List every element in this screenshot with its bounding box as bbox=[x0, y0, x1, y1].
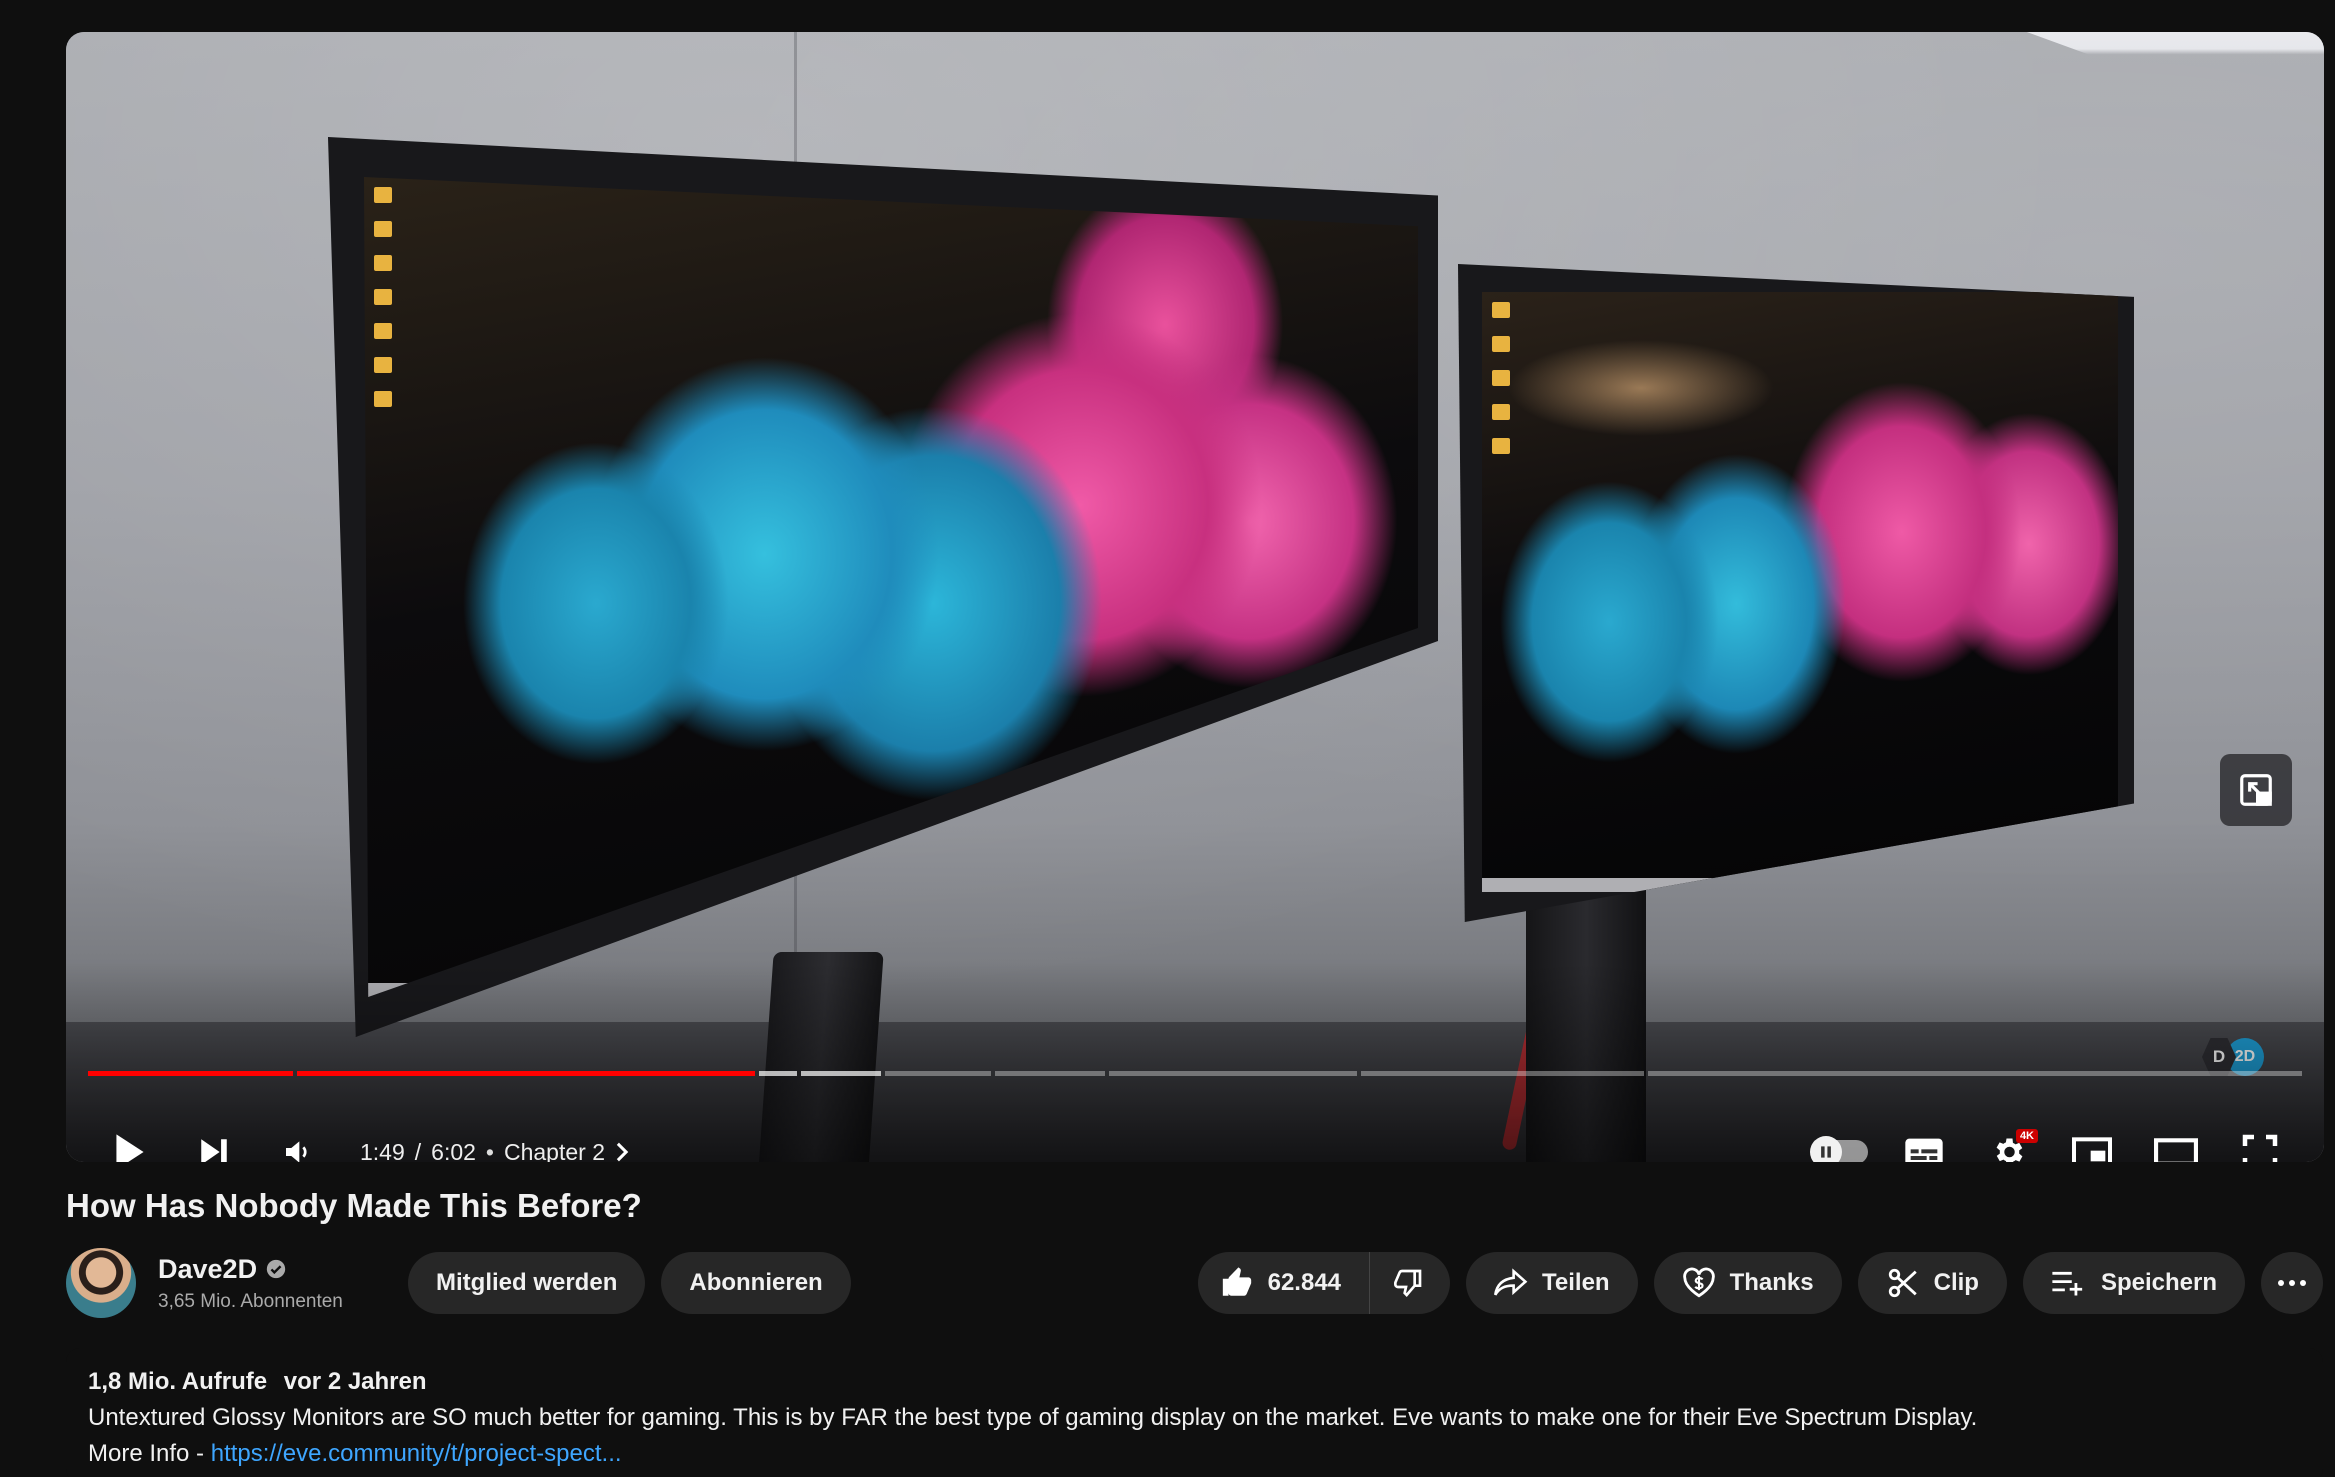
pause-icon bbox=[1821, 1146, 1831, 1158]
playlist-add-icon bbox=[2052, 1271, 2083, 1296]
player-controls: 1:49 / 6:02 • Chapter 2 4K bbox=[88, 1117, 2302, 1162]
avatar[interactable] bbox=[66, 1248, 136, 1318]
dislike-button[interactable] bbox=[1370, 1252, 1450, 1314]
theater-icon bbox=[2154, 1138, 2198, 1162]
share-button[interactable]: Teilen bbox=[1466, 1252, 1638, 1314]
join-button[interactable]: Mitglied werden bbox=[408, 1252, 646, 1314]
volume-icon bbox=[286, 1141, 307, 1162]
fullscreen-icon bbox=[2242, 1134, 2278, 1162]
play-icon bbox=[116, 1134, 144, 1162]
subscribe-button[interactable]: Abonnieren bbox=[661, 1252, 851, 1314]
share-label: Teilen bbox=[1542, 1269, 1610, 1296]
theater-mode-button[interactable] bbox=[2134, 1117, 2218, 1162]
more-actions-button[interactable] bbox=[2261, 1252, 2323, 1314]
thumbs-up-icon bbox=[1222, 1267, 1251, 1296]
description-box[interactable]: 1,8 Mio. Aufrufe vor 2 Jahren Untextured… bbox=[66, 1348, 2323, 1477]
like-button[interactable]: 62.844 bbox=[1198, 1252, 1371, 1314]
current-time: 1:49 bbox=[360, 1138, 405, 1163]
clip-label: Clip bbox=[1933, 1269, 1979, 1296]
subtitles-icon bbox=[1905, 1138, 1943, 1162]
channel-actions-row: Dave2D 3,65 Mio. Abonnenten Mitglied wer… bbox=[66, 1248, 2323, 1318]
view-count: 1,8 Mio. Aufrufe bbox=[88, 1368, 268, 1395]
share-icon bbox=[1494, 1268, 1528, 1296]
save-button[interactable]: Speichern bbox=[2022, 1252, 2245, 1314]
chapter-segment[interactable] bbox=[1648, 1071, 2302, 1076]
channel-name[interactable]: Dave2D bbox=[158, 1254, 257, 1285]
thanks-label: Thanks bbox=[1729, 1269, 1814, 1296]
skip-next-icon bbox=[201, 1139, 227, 1162]
autoplay-toggle[interactable] bbox=[1798, 1117, 1882, 1162]
more-info-line: More Info - https://eve.community/t/proj… bbox=[88, 1436, 2301, 1472]
upload-age: vor 2 Jahren bbox=[283, 1368, 427, 1395]
play-button[interactable] bbox=[88, 1117, 172, 1162]
heart-dollar-icon bbox=[1682, 1267, 1715, 1298]
video-title: How Has Nobody Made This Before? bbox=[66, 1187, 642, 1224]
chapter-label: Chapter 2 bbox=[503, 1138, 605, 1163]
time-separator: / bbox=[414, 1138, 422, 1163]
view-meta: 1,8 Mio. Aufrufe vor 2 Jahren bbox=[88, 1364, 2301, 1400]
scissors-icon bbox=[1888, 1268, 1917, 1298]
chapter-segment[interactable] bbox=[1109, 1071, 1357, 1076]
miniplayer-expand-button[interactable] bbox=[2220, 754, 2292, 826]
chapter-segment[interactable] bbox=[88, 1071, 293, 1076]
chapter-segment[interactable] bbox=[1361, 1071, 1644, 1076]
chapter-segment[interactable] bbox=[995, 1071, 1105, 1076]
settings-button[interactable]: 4K bbox=[1966, 1117, 2050, 1162]
verified-icon bbox=[266, 1259, 286, 1279]
save-label: Speichern bbox=[2100, 1269, 2217, 1296]
fullscreen-button[interactable] bbox=[2218, 1117, 2302, 1162]
chapter-segment[interactable] bbox=[801, 1071, 881, 1076]
chapter-segment[interactable] bbox=[759, 1071, 797, 1076]
description-link[interactable]: https://eve.community/t/project-spect... bbox=[211, 1440, 622, 1467]
channel-info: Dave2D 3,65 Mio. Abonnenten bbox=[158, 1254, 408, 1313]
subscriber-count: 3,65 Mio. Abonnenten bbox=[158, 1290, 343, 1312]
chapter-segment[interactable] bbox=[297, 1071, 755, 1076]
more-info-prefix: More Info - bbox=[88, 1440, 211, 1467]
miniplayer-icon bbox=[2072, 1137, 2112, 1162]
chapter-segment[interactable] bbox=[885, 1071, 991, 1076]
miniplayer-button[interactable] bbox=[2050, 1117, 2134, 1162]
clip-button[interactable]: Clip bbox=[1857, 1252, 2007, 1314]
description-text: Untextured Glossy Monitors are SO much b… bbox=[88, 1404, 1978, 1431]
progress-bar[interactable] bbox=[88, 1071, 2302, 1076]
duration: 6:02 bbox=[431, 1138, 476, 1163]
more-horizontal-icon bbox=[2278, 1280, 2306, 1286]
volume-button[interactable] bbox=[256, 1117, 340, 1162]
chapter-button[interactable]: Chapter 2 bbox=[503, 1138, 631, 1163]
time-display: 1:49 / 6:02 • Chapter 2 bbox=[360, 1138, 631, 1163]
miniplayer-icon bbox=[2240, 774, 2272, 806]
next-button[interactable] bbox=[172, 1117, 256, 1162]
like-dislike-group: 62.844 bbox=[1197, 1252, 1451, 1314]
thanks-button[interactable]: Thanks bbox=[1653, 1252, 1842, 1314]
dot-separator: • bbox=[485, 1138, 494, 1163]
quality-badge: 4K bbox=[2015, 1129, 2038, 1143]
channel-name-row[interactable]: Dave2D bbox=[158, 1254, 408, 1285]
thumbs-down-icon bbox=[1394, 1269, 1422, 1297]
subtitles-button[interactable] bbox=[1882, 1117, 1966, 1162]
chevron-right-icon bbox=[616, 1142, 629, 1162]
video-player[interactable]: D 2D 1:49 / 6:02 • Chapter 2 bbox=[66, 32, 2324, 1162]
like-count: 62.844 bbox=[1267, 1269, 1342, 1296]
